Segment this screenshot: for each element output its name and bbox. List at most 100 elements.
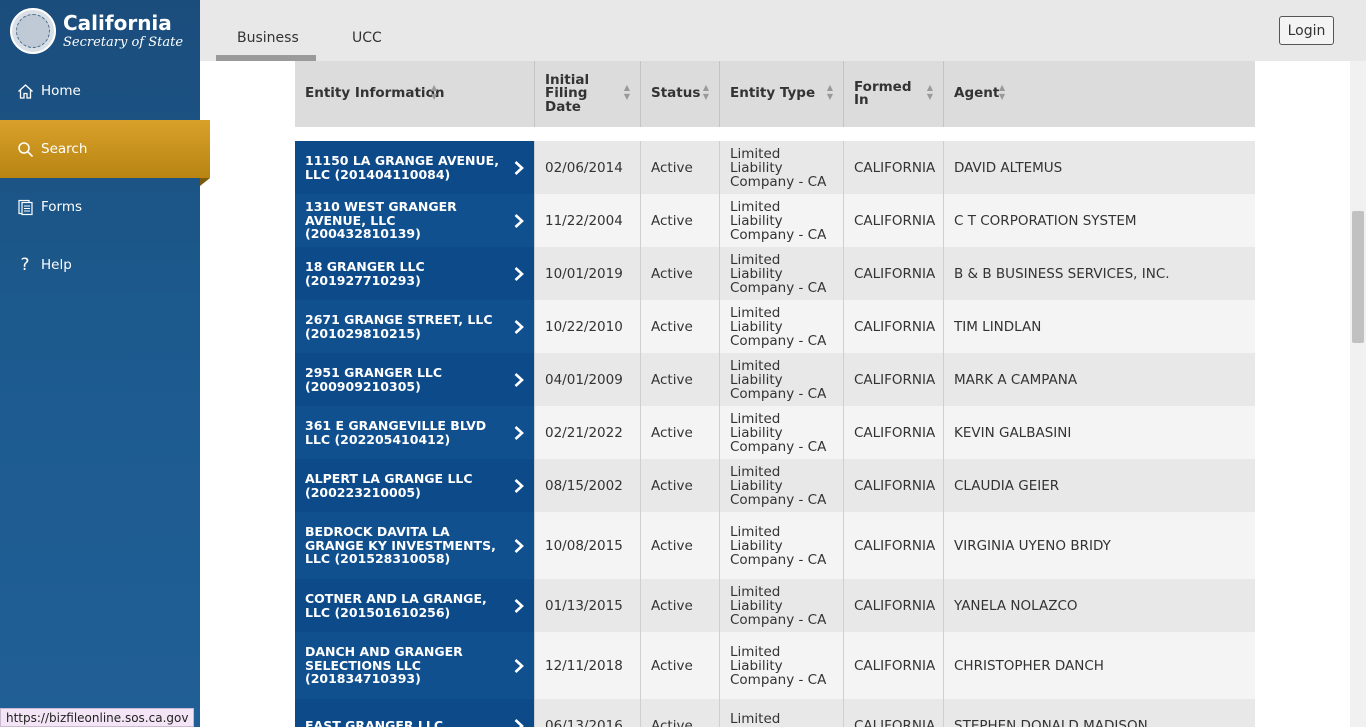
column-header-formed-in[interactable]: Formed In ▲ ▼ xyxy=(844,61,944,127)
column-header-initial-filing-date[interactable]: Initial Filing Date ▲ ▼ xyxy=(535,61,641,127)
filing-date-cell: 01/13/2015 xyxy=(535,579,641,632)
table-row[interactable]: 2951 GRANGER LLC (200909210305) 04/01/200… xyxy=(295,353,1255,406)
status-cell: Active xyxy=(641,194,720,247)
column-header-status[interactable]: Status ▲ ▼ xyxy=(641,61,720,127)
status-cell: Active xyxy=(641,247,720,300)
status-cell: Active xyxy=(641,300,720,353)
agent-cell: CHRISTOPHER DANCH xyxy=(954,657,1104,674)
table-row[interactable]: 18 GRANGER LLC (201927710293) 10/01/2019 A… xyxy=(295,247,1255,300)
chevron-right-icon xyxy=(513,213,525,229)
entity-type-cell: Limited Liability Company - CA xyxy=(720,512,844,579)
nav-label-forms: Forms xyxy=(41,199,83,215)
scrollbar-thumb[interactable] xyxy=(1352,211,1364,343)
brand-title: California xyxy=(63,10,172,35)
entity-type-cell: Limited Liability Company - CA xyxy=(720,300,844,353)
chevron-right-icon xyxy=(513,598,525,614)
entity-link[interactable]: 1310 WEST GRANGER AVENUE, LLC (200432810… xyxy=(295,194,535,247)
chevron-right-icon xyxy=(513,658,525,674)
chevron-right-icon xyxy=(513,319,525,335)
column-header-agent[interactable]: Agent ▲ ▼ xyxy=(944,61,1255,127)
agent-cell: STEPHEN DONALD MADISON xyxy=(954,717,1148,727)
nav-item-home[interactable]: Home xyxy=(0,62,200,120)
formed-in-cell: CALIFORNIA xyxy=(844,247,944,300)
chevron-right-icon xyxy=(513,718,525,727)
formed-in-cell: CALIFORNIA xyxy=(844,406,944,459)
top-bar: Business UCC Login xyxy=(200,0,1366,61)
table-row[interactable]: DANCH AND GRANGER SELECTIONS LLC (201834… xyxy=(295,632,1255,699)
login-button[interactable]: Login xyxy=(1279,16,1334,45)
sort-icon[interactable]: ▲ ▼ xyxy=(827,83,833,101)
entity-link[interactable]: BEDROCK DAVITA LA GRANGE KY INVESTMENTS,… xyxy=(295,512,535,579)
chevron-right-icon xyxy=(513,372,525,388)
table-row[interactable]: 11150 LA GRANGE AVENUE, LLC (20140411008… xyxy=(295,141,1255,194)
search-icon xyxy=(16,140,34,158)
entity-link[interactable]: 18 GRANGER LLC (201927710293) xyxy=(295,247,535,300)
status-cell: Active xyxy=(641,632,720,699)
filing-date-cell: 06/13/2016 xyxy=(535,699,641,727)
agent-cell: CLAUDIA GEIER xyxy=(954,477,1060,494)
active-tab-indicator xyxy=(216,55,316,61)
nav-item-help[interactable]: ? Help xyxy=(0,236,200,294)
table-row[interactable]: COTNER AND LA GRANGE, LLC (201501610256)… xyxy=(295,579,1255,632)
nav-label-help: Help xyxy=(41,257,72,273)
sort-icon[interactable]: ▲ ▼ xyxy=(431,83,437,101)
brand[interactable]: California Secretary of State xyxy=(0,0,200,62)
column-header-entity-type[interactable]: Entity Type ▲ ▼ xyxy=(720,61,844,127)
brand-subtitle: Secretary of State xyxy=(63,34,184,50)
filing-date-cell: 12/11/2018 xyxy=(535,632,641,699)
nav-item-search[interactable]: Search xyxy=(0,120,210,186)
sort-icon[interactable]: ▲ ▼ xyxy=(624,83,630,101)
formed-in-cell: CALIFORNIA xyxy=(844,194,944,247)
nav-label-home: Home xyxy=(41,83,81,99)
nav-label-search: Search xyxy=(41,141,88,157)
table-row[interactable]: BEDROCK DAVITA LA GRANGE KY INVESTMENTS,… xyxy=(295,512,1255,579)
filing-date-cell: 10/01/2019 xyxy=(535,247,641,300)
help-icon: ? xyxy=(20,255,30,275)
table-row[interactable]: 1310 WEST GRANGER AVENUE, LLC (200432810… xyxy=(295,194,1255,247)
agent-cell: MARK A CAMPANA xyxy=(954,371,1078,388)
table-row[interactable]: EAST GRANGER LLC 06/13/2016 Active Limited … xyxy=(295,699,1255,727)
table-row[interactable]: 2671 GRANGE STREET, LLC (201029810215) 10… xyxy=(295,300,1255,353)
entity-type-cell: Limited Liability Company - CA xyxy=(720,406,844,459)
filing-date-cell: 10/22/2010 xyxy=(535,300,641,353)
formed-in-cell: CALIFORNIA xyxy=(844,141,944,194)
table-row[interactable]: ALPERT LA GRANGE LLC (200223210005) 08/15… xyxy=(295,459,1255,512)
status-cell: Active xyxy=(641,353,720,406)
entity-link[interactable]: DANCH AND GRANGER SELECTIONS LLC (201834… xyxy=(295,632,535,699)
agent-cell: B & B BUSINESS SERVICES, INC. xyxy=(954,265,1170,282)
filing-date-cell: 04/01/2009 xyxy=(535,353,641,406)
state-seal-icon xyxy=(10,8,56,54)
status-cell: Active xyxy=(641,699,720,727)
entity-link[interactable]: 11150 LA GRANGE AVENUE, LLC (20140411008… xyxy=(295,141,535,194)
status-cell: Active xyxy=(641,406,720,459)
agent-cell: DAVID ALTEMUS xyxy=(954,159,1063,176)
sort-icon[interactable]: ▲ ▼ xyxy=(999,83,1005,101)
sort-icon[interactable]: ▲ ▼ xyxy=(703,83,709,101)
entity-link[interactable]: COTNER AND LA GRANGE, LLC (201501610256) xyxy=(295,579,535,632)
entity-link[interactable]: 361 E GRANGEVILLE BLVD LLC (202205410412… xyxy=(295,406,535,459)
tab-ucc[interactable]: UCC xyxy=(352,30,382,46)
entity-type-cell: Limited Liability Company - CA xyxy=(720,141,844,194)
sort-icon[interactable]: ▲ ▼ xyxy=(927,83,933,101)
results-table: Entity Information ▲ ▼ Initial Filing Dat… xyxy=(295,61,1255,727)
entity-link[interactable]: 2951 GRANGER LLC (200909210305) xyxy=(295,353,535,406)
formed-in-cell: CALIFORNIA xyxy=(844,300,944,353)
entity-link[interactable]: 2671 GRANGE STREET, LLC (201029810215) xyxy=(295,300,535,353)
filing-date-cell: 11/22/2004 xyxy=(535,194,641,247)
table-row[interactable]: 361 E GRANGEVILLE BLVD LLC (202205410412… xyxy=(295,406,1255,459)
nav-item-forms[interactable]: Forms xyxy=(0,178,200,236)
status-cell: Active xyxy=(641,459,720,512)
scrollbar[interactable] xyxy=(1350,61,1366,727)
column-header-entity-information[interactable]: Entity Information ▲ ▼ xyxy=(295,61,535,127)
status-cell: Active xyxy=(641,141,720,194)
table-body: 11150 LA GRANGE AVENUE, LLC (20140411008… xyxy=(295,141,1255,727)
entity-type-cell: Limited Liability Company - CA xyxy=(720,353,844,406)
tab-business[interactable]: Business xyxy=(237,30,299,46)
formed-in-cell: CALIFORNIA xyxy=(844,353,944,406)
entity-link[interactable]: ALPERT LA GRANGE LLC (200223210005) xyxy=(295,459,535,512)
sidebar: California Secretary of State Home Searc… xyxy=(0,0,210,727)
entity-link[interactable]: EAST GRANGER LLC xyxy=(295,699,535,727)
status-url: https://bizfileonline.sos.ca.gov xyxy=(0,708,195,727)
formed-in-cell: CALIFORNIA xyxy=(844,579,944,632)
entity-type-cell: Limited Liability Company - CA xyxy=(720,194,844,247)
